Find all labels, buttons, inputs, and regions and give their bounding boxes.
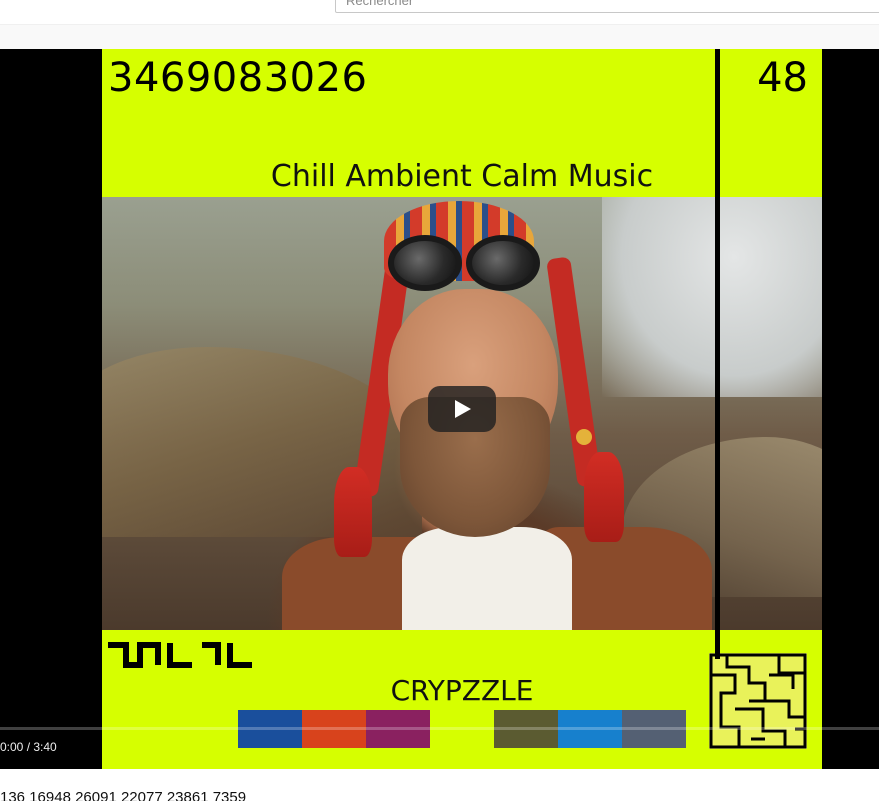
crypzzle-logo-icon [108, 642, 252, 668]
photo-goggle-lens [466, 235, 540, 291]
play-icon [455, 400, 471, 418]
thumbnail-corner-number: 48 [757, 55, 808, 101]
page: 3469083026 48 Chill Ambient Calm Music [0, 0, 879, 801]
play-button[interactable] [428, 386, 496, 432]
photo-sky [602, 197, 822, 397]
photo-goggle-lens [388, 235, 462, 291]
thumbnail-subtitle: Chill Ambient Calm Music [270, 159, 654, 194]
progress-bar[interactable] [0, 727, 879, 730]
photo-shirt [402, 527, 572, 630]
search-box[interactable] [335, 0, 879, 13]
time-display: 0:00 / 3:40 [0, 740, 57, 754]
maze-icon [709, 653, 807, 749]
player-edge [715, 49, 720, 659]
photo-tassel-right [584, 452, 624, 542]
thumbnail-number: 3469083026 [108, 55, 368, 101]
top-bar [0, 0, 879, 25]
photo-goggles [384, 235, 544, 295]
spacer [0, 25, 879, 49]
photo-tassel-left [334, 467, 372, 557]
video-description: 136 16948 26091 22077 23861 7359 [0, 789, 247, 801]
video-player[interactable]: 3469083026 48 Chill Ambient Calm Music C… [0, 49, 879, 769]
photo-bead [576, 429, 592, 445]
search-input[interactable] [336, 0, 879, 12]
